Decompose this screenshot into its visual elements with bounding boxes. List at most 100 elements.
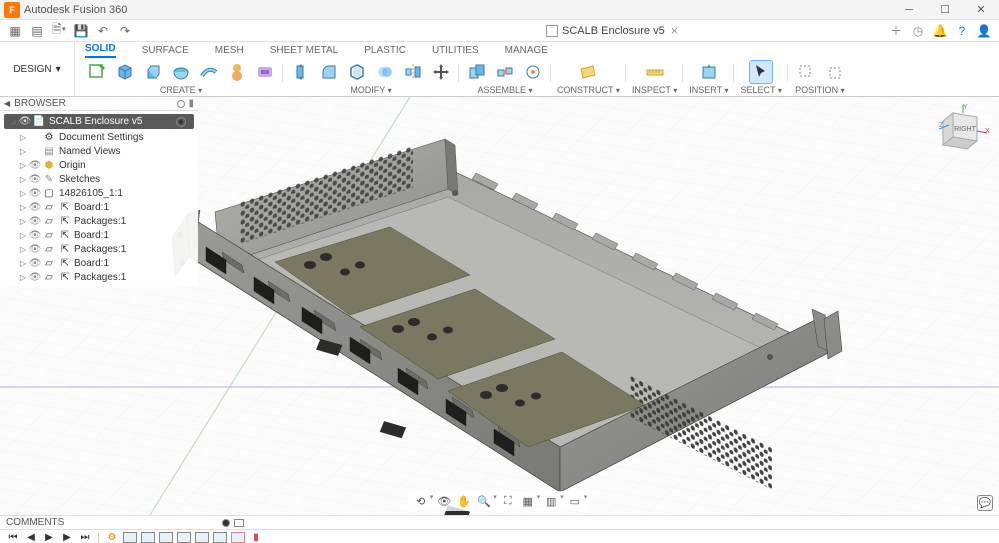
timeline-start-icon[interactable]: ⏮ [6, 532, 20, 543]
extrude-icon[interactable] [141, 60, 165, 84]
timeline-end-icon[interactable]: ⏭ [78, 532, 92, 543]
app-title: Autodesk Fusion 360 [24, 4, 127, 16]
help-icon[interactable]: ? [951, 21, 973, 41]
tree-item[interactable]: ▷👁▱⇱Packages:1 [0, 242, 198, 256]
press-pull-icon[interactable] [289, 60, 313, 84]
viewcube[interactable]: RIGHT X Y Z [935, 103, 991, 159]
document-tab[interactable]: SCALB Enclosure v5 [546, 25, 665, 37]
tab-mesh[interactable]: MESH [215, 45, 244, 58]
new-tab-icon[interactable]: ＋ [885, 21, 907, 41]
navigation-bar: ⟲▾ 👁 ✋ 🔍▾ ⛶ ▦▾ ▥▾ ▭▾ [408, 491, 592, 511]
tree-item[interactable]: ▷👁▱⇱Packages:1 [0, 270, 198, 284]
tab-surface[interactable]: SURFACE [142, 45, 189, 58]
data-panel-icon[interactable]: ▤ [26, 21, 48, 41]
tree-item[interactable]: ▷👁▱⇱Packages:1 [0, 214, 198, 228]
active-component-radio[interactable] [176, 117, 186, 127]
timeline-feature[interactable] [195, 532, 209, 543]
revolve-icon[interactable] [169, 60, 193, 84]
timeline-feature[interactable] [213, 532, 227, 543]
tab-sheet-metal[interactable]: SHEET METAL [270, 45, 339, 58]
browser-expand-icon[interactable]: ▮ [188, 98, 194, 109]
align-icon[interactable] [401, 60, 425, 84]
timeline-feature[interactable] [231, 532, 245, 543]
save-icon[interactable]: 💾 [70, 21, 92, 41]
extensions-icon[interactable]: ◷ [907, 21, 929, 41]
timeline-settings-icon[interactable]: ⚙ [105, 532, 119, 543]
position-revert-icon[interactable] [822, 60, 846, 84]
plane-icon[interactable] [576, 60, 600, 84]
joint-icon[interactable] [493, 60, 517, 84]
loft-icon[interactable] [225, 60, 249, 84]
timeline-play-icon[interactable]: ▶ [42, 532, 56, 543]
comments-expand-icon[interactable] [234, 519, 244, 527]
joint-origin-icon[interactable] [521, 60, 545, 84]
viewport-layout-icon[interactable]: ▭ [566, 493, 584, 509]
tree-item[interactable]: ▷👁▢14826105_1:1 [0, 186, 198, 200]
timeline-feature[interactable] [177, 532, 191, 543]
sketch-icon[interactable] [85, 60, 109, 84]
timeline-forward-icon[interactable]: ▶ [60, 532, 74, 543]
box-icon[interactable] [113, 60, 137, 84]
apps-icon[interactable]: ▦ [4, 21, 26, 41]
tree-item[interactable]: ▷👁✎Sketches [0, 172, 198, 186]
browser-header[interactable]: ◀ BROWSER ▮ [0, 97, 198, 111]
group-assemble: ASSEMBLE ▾ [459, 58, 551, 96]
group-position: POSITION ▾ [788, 58, 852, 96]
sweep-icon[interactable] [197, 60, 221, 84]
timeline-marker[interactable]: ▮ [249, 532, 263, 543]
tree-item[interactable]: ▷👁▱⇱Board:1 [0, 200, 198, 214]
select-icon[interactable] [749, 60, 773, 84]
combine-icon[interactable] [373, 60, 397, 84]
timeline-back-icon[interactable]: ◀ [24, 532, 38, 543]
emboss-icon[interactable] [253, 60, 277, 84]
tree-item[interactable]: ▷⚙Document Settings [0, 130, 198, 144]
fillet-icon[interactable] [317, 60, 341, 84]
maximize-button[interactable]: ☐ [927, 0, 963, 20]
tab-close-icon[interactable]: × [671, 23, 679, 38]
user-icon[interactable]: 👤 [973, 21, 995, 41]
browser-panel: ◀ BROWSER ▮ ◢ 👁 📄 SCALB Enclosure v5 ▷⚙D… [0, 97, 198, 286]
workspace-selector[interactable]: DESIGN▾ [0, 42, 75, 96]
feedback-icon[interactable]: 💬 [977, 495, 993, 511]
tree-root[interactable]: ◢ 👁 📄 SCALB Enclosure v5 [4, 114, 194, 129]
comments-bar[interactable]: COMMENTS [0, 515, 999, 529]
display-settings-icon[interactable]: ▦ [519, 493, 537, 509]
pan-icon[interactable]: ✋ [455, 493, 473, 509]
document-title: SCALB Enclosure v5 [562, 25, 665, 37]
chevron-left-icon[interactable]: ◀ [4, 99, 10, 108]
timeline-feature[interactable] [123, 532, 137, 543]
minimize-button[interactable]: ─ [891, 0, 927, 20]
position-capture-icon[interactable] [794, 60, 818, 84]
tab-plastic[interactable]: PLASTIC [364, 45, 406, 58]
svg-text:X: X [985, 128, 990, 135]
timeline-feature[interactable] [159, 532, 173, 543]
file-menu[interactable]: 🗎▾ [48, 21, 70, 41]
toolbar: CREATE ▾ MODIFY ▾ [75, 58, 999, 96]
timeline-feature[interactable] [141, 532, 155, 543]
redo-icon[interactable]: ↷ [114, 21, 136, 41]
close-button[interactable]: ✕ [963, 0, 999, 20]
tree-item[interactable]: ▷👁⬢Origin [0, 158, 198, 172]
tree-item[interactable]: ▷👁▱⇱Board:1 [0, 228, 198, 242]
tab-solid[interactable]: SOLID [85, 43, 116, 58]
comments-toggle-icon[interactable] [222, 519, 230, 527]
tab-manage[interactable]: MANAGE [505, 45, 548, 58]
measure-icon[interactable] [643, 60, 667, 84]
ribbon: DESIGN▾ SOLID SURFACE MESH SHEET METAL P… [0, 42, 999, 97]
undo-icon[interactable]: ↶ [92, 21, 114, 41]
tab-utilities[interactable]: UTILITIES [432, 45, 479, 58]
grid-settings-icon[interactable]: ▥ [542, 493, 560, 509]
notifications-icon[interactable]: 🔔 [929, 21, 951, 41]
orbit-icon[interactable]: ⟲ [412, 493, 430, 509]
look-at-icon[interactable]: 👁 [435, 493, 453, 509]
zoom-icon[interactable]: 🔍 [475, 493, 493, 509]
move-icon[interactable] [429, 60, 453, 84]
tree-item[interactable]: ▷👁▱⇱Board:1 [0, 256, 198, 270]
tree-item[interactable]: ▷▤Named Views [0, 144, 198, 158]
group-modify: MODIFY ▾ [283, 58, 459, 96]
fit-icon[interactable]: ⛶ [499, 493, 517, 509]
shell-icon[interactable] [345, 60, 369, 84]
insert-icon[interactable] [697, 60, 721, 84]
new-component-icon[interactable] [465, 60, 489, 84]
browser-settings-icon[interactable] [177, 100, 185, 108]
